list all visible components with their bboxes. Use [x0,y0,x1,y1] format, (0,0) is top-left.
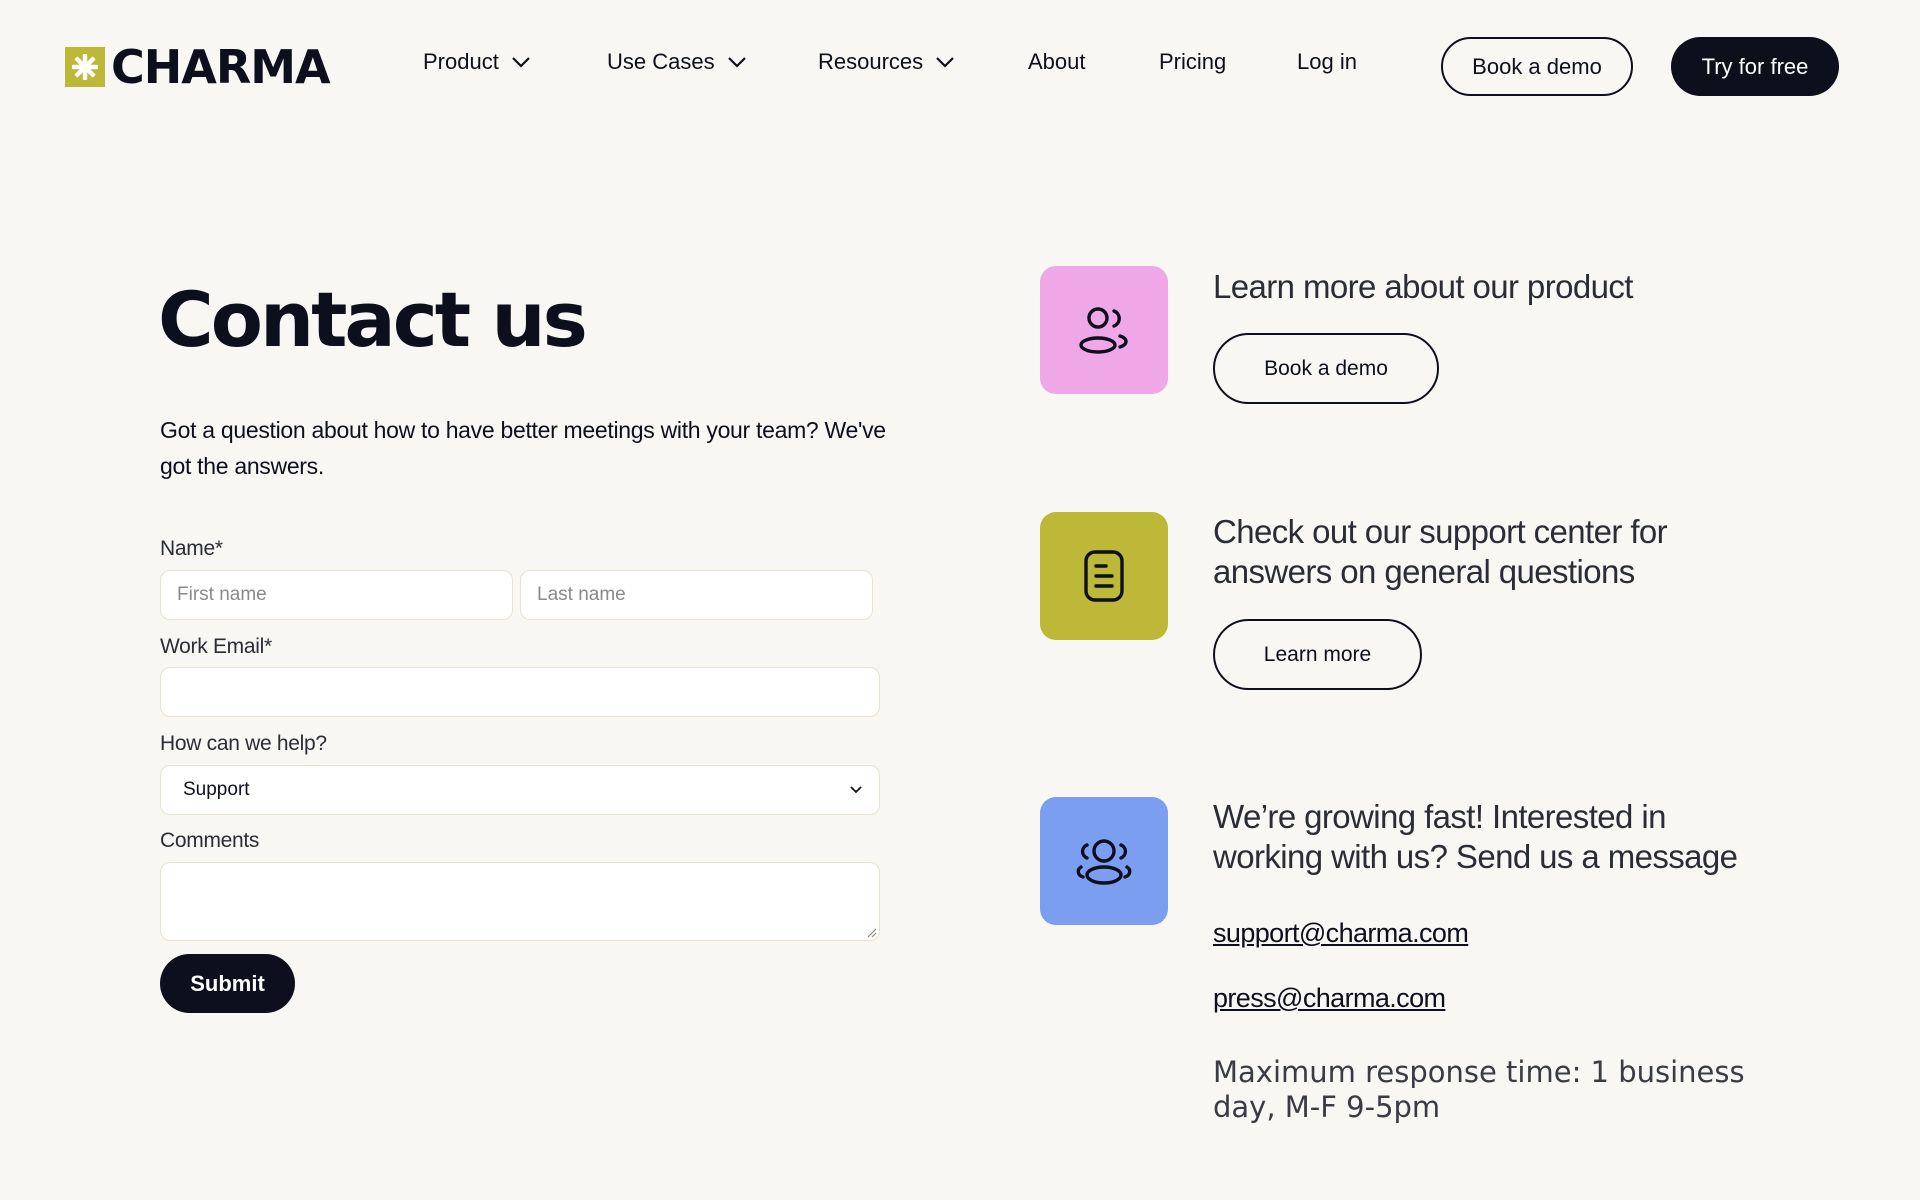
work-email-label: Work Email* [160,635,272,658]
nav-use-cases[interactable]: Use Cases [607,49,747,75]
support-heading: Check out our support center for answers… [1213,513,1668,590]
help-select[interactable]: Support [160,765,880,815]
top-nav: CHARMA Product Use Cases Resources About… [0,0,1920,134]
logo-text: CHARMA [111,40,331,94]
team-icon [1040,797,1168,925]
nav-use-cases-label: Use Cases [607,49,715,74]
product-heading: Learn more about our product [1213,268,1633,305]
nav-pricing-label: Pricing [1159,49,1227,74]
chevron-down-icon [850,786,862,794]
chevron-down-icon [512,57,530,68]
try-for-free-button[interactable]: Try for free [1671,37,1839,96]
page-title: Contact us [158,275,588,364]
card-book-demo-button[interactable]: Book a demo [1213,333,1439,404]
last-name-input[interactable]: Last name [520,570,873,620]
users-icon [1040,266,1168,394]
nav-product[interactable]: Product [423,49,531,75]
chevron-down-icon [727,57,746,68]
help-label: How can we help? [160,732,327,755]
comments-label: Comments [160,829,260,852]
document-icon [1040,512,1168,640]
work-email-input[interactable] [160,667,880,717]
book-demo-button[interactable]: Book a demo [1441,37,1633,96]
logo[interactable]: CHARMA [65,40,331,94]
intro-text: Got a question about how to have better … [160,417,886,479]
name-label: Name* [160,537,223,560]
nav-pricing[interactable]: Pricing [1159,49,1226,75]
first-name-input[interactable]: First name [160,570,513,620]
nav-resources[interactable]: Resources [818,49,955,75]
submit-button[interactable]: Submit [160,954,295,1013]
press-email-link[interactable]: press@charma.com [1213,983,1446,1014]
nav-product-label: Product [423,49,499,74]
resize-handle-icon[interactable] [865,926,877,938]
learn-more-button[interactable]: Learn more [1213,619,1422,690]
nav-about-label: About [1028,49,1086,74]
nav-login[interactable]: Log in [1297,49,1357,75]
logo-star-icon [65,47,105,87]
careers-heading: We’re growing fast! Interested in workin… [1213,798,1738,875]
support-email-link[interactable]: support@charma.com [1213,918,1469,949]
comments-textarea[interactable] [160,862,880,941]
chevron-down-icon [936,57,954,68]
response-time-text: Maximum response time: 1 business day, M… [1213,1055,1745,1124]
help-select-value: Support [183,779,250,800]
nav-login-label: Log in [1297,49,1357,74]
nav-about[interactable]: About [1028,49,1086,75]
nav-resources-label: Resources [818,49,924,74]
